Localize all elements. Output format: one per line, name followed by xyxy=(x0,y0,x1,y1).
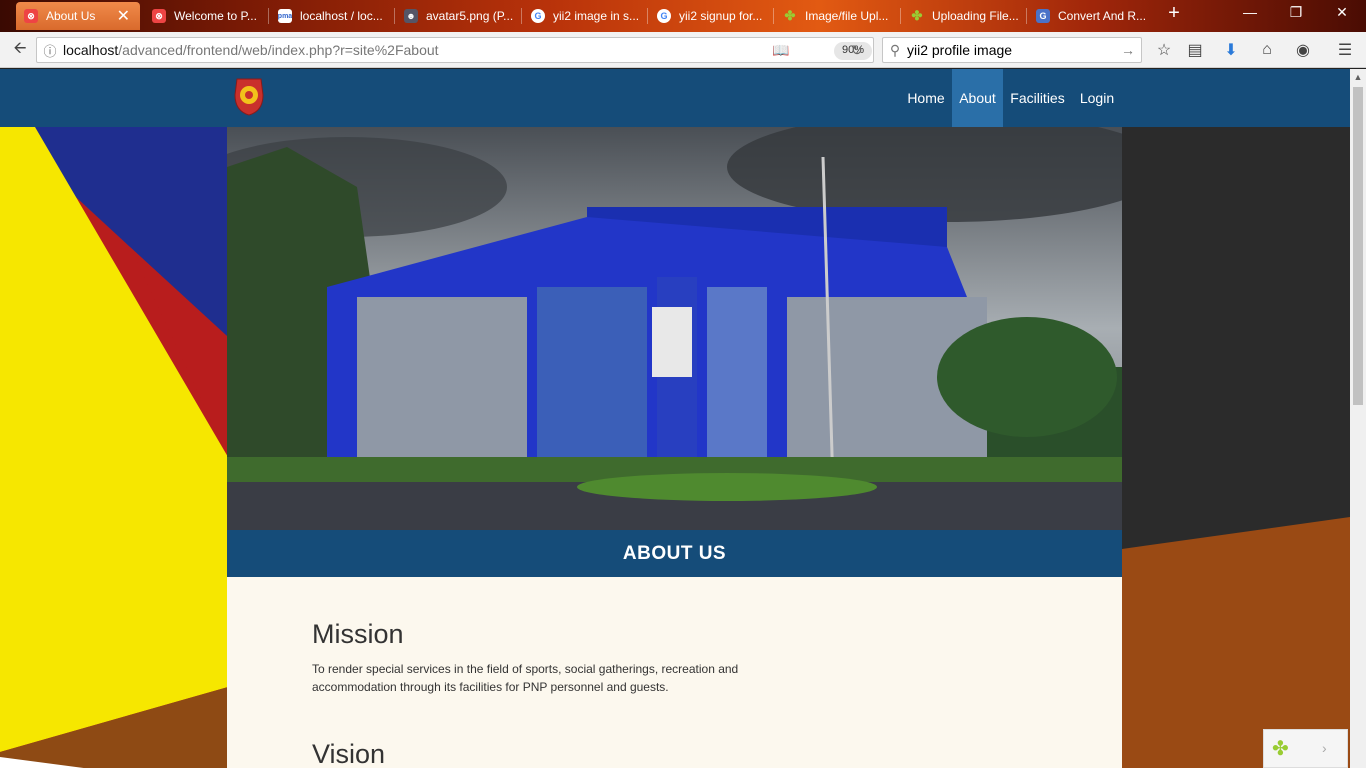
minimize-icon[interactable]: — xyxy=(1230,4,1270,20)
back-icon[interactable]: 🡨 xyxy=(8,38,32,62)
tab-image-upload[interactable]: ✤ Image/file Upl... xyxy=(775,2,899,30)
google-icon: G xyxy=(657,9,671,23)
browser-tab-bar: ⊗ About Us ✕ ⊗ Welcome to P... pma local… xyxy=(0,0,1366,32)
download-icon[interactable]: ⬇ xyxy=(1219,38,1243,62)
tab-about-us[interactable]: ⊗ About Us ✕ xyxy=(16,2,140,30)
mission-text: To render special services in the field … xyxy=(312,662,739,694)
tab-separator xyxy=(773,8,774,24)
tab-welcome[interactable]: ⊗ Welcome to P... xyxy=(144,2,268,30)
bookmark-star-icon[interactable]: ☆ xyxy=(1152,38,1176,62)
toolbar-toggle-icon[interactable]: › xyxy=(1322,740,1327,756)
search-bar[interactable]: ⚲ yii2 profile image → xyxy=(882,37,1142,63)
reload-icon[interactable]: ↻ xyxy=(851,42,863,59)
tab-convert[interactable]: G Convert And R... xyxy=(1028,2,1152,30)
google-icon: G xyxy=(531,9,545,23)
scroll-thumb[interactable] xyxy=(1353,87,1363,405)
tab-uploading-file[interactable]: ✤ Uploading File... xyxy=(902,2,1026,30)
scroll-up-arrow-icon[interactable]: ▲ xyxy=(1350,69,1366,85)
info-icon[interactable]: ⓘ xyxy=(37,41,63,60)
php-icon: ⊗ xyxy=(152,9,166,23)
hero-image-building xyxy=(227,127,1122,530)
nav-home[interactable]: Home xyxy=(900,69,952,127)
close-tab-icon[interactable]: ✕ xyxy=(117,6,130,26)
nav-about[interactable]: About xyxy=(952,69,1003,127)
search-icon: ⚲ xyxy=(889,41,901,58)
tab-title: Convert And R... xyxy=(1058,9,1147,23)
tab-title: About Us xyxy=(46,9,96,23)
search-input[interactable]: yii2 profile image xyxy=(907,42,1012,58)
tab-separator xyxy=(394,8,395,24)
tab-title: Image/file Upl... xyxy=(805,9,889,23)
background-left-decoration xyxy=(0,127,228,768)
nav-login[interactable]: Login xyxy=(1072,69,1122,127)
tab-separator xyxy=(900,8,901,24)
php-icon: ⊗ xyxy=(24,9,38,23)
tab-yii2-signup[interactable]: G yii2 signup for... xyxy=(649,2,773,30)
tab-title: Welcome to P... xyxy=(174,9,257,23)
background-right-decoration xyxy=(1122,127,1350,768)
page-scrollbar[interactable]: ▲ xyxy=(1350,69,1366,768)
tab-title: yii2 image in s... xyxy=(553,9,640,23)
yii-logo-icon[interactable]: ✤ xyxy=(1272,736,1289,761)
vision-heading: Vision xyxy=(312,739,386,768)
web-page: Home About Facilities Login ABOUT US Mis… xyxy=(0,69,1350,768)
about-us-heading: ABOUT US xyxy=(227,530,1122,577)
phpmyadmin-icon: pma xyxy=(278,9,292,23)
home-icon[interactable]: ⌂ xyxy=(1255,38,1279,62)
avatar-icon: ☻ xyxy=(404,9,418,23)
reading-list-icon[interactable]: ▤ xyxy=(1183,38,1207,62)
tab-separator xyxy=(521,8,522,24)
tab-avatar[interactable]: ☻ avatar5.png (P... xyxy=(396,2,520,30)
new-tab-icon[interactable]: + xyxy=(1154,2,1194,25)
url-path: /advanced/frontend/web/index.php?r=site%… xyxy=(118,42,439,58)
yii-icon: ✤ xyxy=(911,8,923,23)
yii-icon: ✤ xyxy=(784,8,796,23)
tab-separator xyxy=(647,8,648,24)
tab-title: avatar5.png (P... xyxy=(426,9,514,23)
tab-separator xyxy=(268,8,269,24)
google-g-icon: G xyxy=(1036,9,1050,23)
yii-debug-toolbar[interactable]: ✤ › xyxy=(1263,729,1348,768)
pocket-icon[interactable]: ◉ xyxy=(1291,38,1315,62)
tab-title: yii2 signup for... xyxy=(679,9,763,23)
reader-view-icon[interactable]: 📖 xyxy=(772,42,789,59)
restore-icon[interactable]: ❐ xyxy=(1276,4,1316,21)
url-bar[interactable]: ⓘ localhost/advanced/frontend/web/index.… xyxy=(36,37,874,63)
about-content: Mission To render special services in th… xyxy=(227,577,1122,768)
search-go-icon[interactable]: → xyxy=(1121,42,1135,58)
url-host: localhost xyxy=(63,42,119,58)
menu-icon[interactable]: ☰ xyxy=(1333,38,1357,62)
tab-phpmyadmin[interactable]: pma localhost / loc... xyxy=(270,2,394,30)
nav-facilities[interactable]: Facilities xyxy=(1003,69,1072,127)
tab-separator xyxy=(1026,8,1027,24)
site-navbar: Home About Facilities Login xyxy=(0,69,1350,127)
mission-heading: Mission xyxy=(312,619,404,649)
tab-title: localhost / loc... xyxy=(300,9,383,23)
browser-nav-bar: 🡨 ⓘ localhost/advanced/frontend/web/inde… xyxy=(0,32,1366,68)
tab-yii2-image[interactable]: G yii2 image in s... xyxy=(523,2,647,30)
close-window-icon[interactable]: ✕ xyxy=(1322,4,1362,21)
tab-title: Uploading File... xyxy=(932,9,1019,23)
pnp-logo[interactable] xyxy=(233,75,265,117)
